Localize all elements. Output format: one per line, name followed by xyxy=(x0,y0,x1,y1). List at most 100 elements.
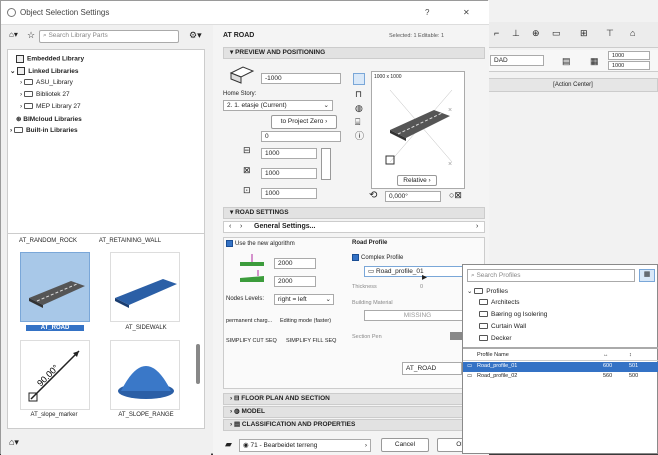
splitter[interactable] xyxy=(463,347,658,349)
folder-icon xyxy=(23,91,33,98)
nodes-levels-label: Nodes Levels: xyxy=(226,296,265,302)
profile-tree-item[interactable]: Architects xyxy=(479,299,520,306)
nodes-levels-select[interactable]: right = left ⌄ xyxy=(274,294,334,305)
layer-icon: ▰ xyxy=(225,439,232,449)
profile-tree-item[interactable]: Curtain Wall xyxy=(479,323,526,330)
toolbar-icon[interactable]: ⌐ xyxy=(494,28,499,38)
thumb-at-road[interactable] xyxy=(20,252,90,322)
tree-item-embedded[interactable]: Embedded Library xyxy=(16,55,84,63)
project-zero-input[interactable]: 0 xyxy=(261,131,341,142)
simplify-cut-label[interactable]: SIMPLIFY CUT SEQ xyxy=(226,338,277,344)
dim-a-input[interactable]: 1000 xyxy=(261,148,317,159)
tree-item-linked[interactable]: ⌄ Linked Libraries xyxy=(10,67,78,76)
to-project-zero-button[interactable]: to Project Zero › xyxy=(271,115,337,129)
profile-tree-root[interactable]: ⌄ Profiles xyxy=(467,287,508,295)
3d-view-icon[interactable]: ◍ xyxy=(355,103,363,113)
thumb-at-sidewalk[interactable] xyxy=(110,252,180,322)
folder-icon xyxy=(13,127,23,134)
close-icon[interactable]: ✕ xyxy=(463,8,470,17)
section-preview-header[interactable]: ▾ PREVIEW AND POSITIONING xyxy=(223,47,485,59)
mouse-cursor-icon: ▸ xyxy=(422,272,428,283)
bg-num-top[interactable]: 1000 xyxy=(608,51,650,60)
dialog-title: Object Selection Settings xyxy=(20,8,110,17)
thickness-value[interactable]: 0 xyxy=(420,284,423,290)
thumb-label-selected: AT_ROAD xyxy=(26,325,84,331)
mirror-toggle-icon[interactable]: ○⊠ xyxy=(449,190,462,200)
section-classification-header[interactable]: › ▤ CLASSIFICATION AND PROPERTIES xyxy=(223,419,485,431)
width-2-input[interactable]: 2000 xyxy=(274,276,316,287)
tree-item-builtin[interactable]: › Built-in Libraries xyxy=(10,127,78,134)
toolbar-icon[interactable]: ⌂ xyxy=(630,28,635,38)
tree-item-mep[interactable]: › MEP Library 27 xyxy=(20,103,81,110)
profile-search-input[interactable]: ⌕ Search Profiles xyxy=(467,269,635,282)
building-material-select[interactable]: MISSING xyxy=(364,310,468,321)
dim-c-icon: ⊡ xyxy=(243,185,251,195)
use-new-algorithm-checkbox[interactable]: Use the new algorithm xyxy=(226,240,295,247)
editing-mode-label[interactable]: Editing mode (faster) xyxy=(280,318,331,324)
permanent-change-label[interactable]: permanent charg... xyxy=(226,318,272,324)
section-road-settings-header[interactable]: ▾ ROAD SETTINGS xyxy=(223,207,485,219)
id-field[interactable]: AT_ROAD xyxy=(402,362,462,375)
chevron-right-icon[interactable]: › xyxy=(476,223,478,230)
thumb-at-slope-marker[interactable]: 90.00° xyxy=(20,340,90,410)
dim-c-input[interactable]: 1000 xyxy=(261,188,317,199)
relative-button[interactable]: Relative › xyxy=(397,175,437,186)
toolbar-icon[interactable]: ⊥ xyxy=(512,28,520,38)
chevron-down-icon: ⌄ xyxy=(323,102,329,109)
profile-icon: ▭ xyxy=(467,363,473,369)
dim-b-icon: ⊠ xyxy=(243,165,251,175)
prev-page-icon[interactable]: ‹ xyxy=(229,223,231,230)
toolbar-icon[interactable]: ⊞ xyxy=(580,28,588,38)
profile-table-header: Profile Name ↔ ↕ xyxy=(463,351,658,361)
elevation-view-icon[interactable]: ⌸ xyxy=(355,117,360,127)
tree-item-bibliotek[interactable]: › Bibliotek 27 xyxy=(20,91,70,98)
width-1-input[interactable]: 2000 xyxy=(274,258,316,269)
section-floor-plan-header[interactable]: › ⊟ FLOOR PLAN AND SECTION xyxy=(223,393,485,405)
section-model-header[interactable]: › ◍ MODEL xyxy=(223,406,485,418)
bg-num-bottom[interactable]: 1000 xyxy=(608,61,650,70)
layer-select[interactable]: ◉ 71 - Bearbeidet terreng › xyxy=(239,439,371,452)
table-row[interactable]: ▭ Road_profile_01 600 501 xyxy=(463,362,658,372)
svg-text:×: × xyxy=(448,161,452,168)
favorites-star-icon[interactable]: ☆ xyxy=(27,30,35,40)
library-search-input[interactable]: ⌕ Search Library Parts xyxy=(39,30,179,43)
action-center-tab[interactable]: [Action Center] xyxy=(488,78,658,92)
tree-item-bimcloud[interactable]: ⊛ BIMcloud Libraries xyxy=(16,115,82,123)
thumb-at-slope-range[interactable] xyxy=(110,340,180,410)
info-icon[interactable]: ⓘ xyxy=(355,131,364,141)
section-view-icon[interactable]: ⊓ xyxy=(355,89,362,99)
plan-view-icon[interactable] xyxy=(353,73,365,85)
home-story-select[interactable]: 2. 1. etasje (Current) ⌄ xyxy=(223,100,333,111)
elevation-input[interactable]: -1000 xyxy=(261,73,341,84)
object-settings-panel: AT ROAD Selected: 1 Editable: 1 ▾ PREVIE… xyxy=(213,25,489,455)
simplify-fill-label[interactable]: SIMPLIFY FILL SEQ xyxy=(286,338,336,344)
complex-profile-checkbox[interactable]: Complex Profile xyxy=(352,254,403,261)
toolbar-icon[interactable]: ▭ xyxy=(552,28,561,38)
profile-tree-item[interactable]: Decker xyxy=(479,335,512,342)
section-pen-swatch[interactable] xyxy=(450,332,462,340)
toolbar-icon[interactable]: ⊕ xyxy=(532,28,540,38)
table-row[interactable]: ▭ Road_profile_02 560 500 xyxy=(463,372,658,382)
settings-gear-icon[interactable]: ⚙▾ xyxy=(189,30,202,40)
library-settings-icon[interactable]: ⌂▾ xyxy=(9,437,19,447)
help-icon[interactable]: ? xyxy=(425,8,429,17)
general-settings-select[interactable]: General Settings... xyxy=(254,223,315,230)
profile-select[interactable]: ▭ Road_profile_01› xyxy=(364,266,468,277)
bg-dropdown-icon[interactable]: ▤ xyxy=(562,56,571,66)
toolbar-icon[interactable]: ⊤ xyxy=(606,28,614,38)
tree-item-asu[interactable]: › ASU_Library xyxy=(20,79,73,86)
selection-info: Selected: 1 Editable: 1 xyxy=(389,33,445,39)
cancel-button[interactable]: Cancel xyxy=(381,438,429,452)
view-mode-icon[interactable]: ▦ xyxy=(639,269,655,282)
bg-field[interactable]: DAD xyxy=(490,55,544,66)
chain-lock-icon[interactable] xyxy=(321,148,331,180)
next-page-icon[interactable]: › xyxy=(240,223,242,230)
profile-tree-item[interactable]: Bæring og Isolering xyxy=(479,311,547,318)
grid-scrollbar[interactable] xyxy=(196,344,200,384)
dim-b-input[interactable]: 1000 xyxy=(261,168,317,179)
library-manager-icon[interactable]: ⌂▾ xyxy=(9,30,18,40)
chevron-down-icon: ⌄ xyxy=(467,288,475,295)
thumb-label: AT_RANDOM_ROCK xyxy=(19,238,77,244)
angle-input[interactable]: 0,000° xyxy=(385,191,441,202)
thickness-label: Thickness xyxy=(352,284,377,290)
